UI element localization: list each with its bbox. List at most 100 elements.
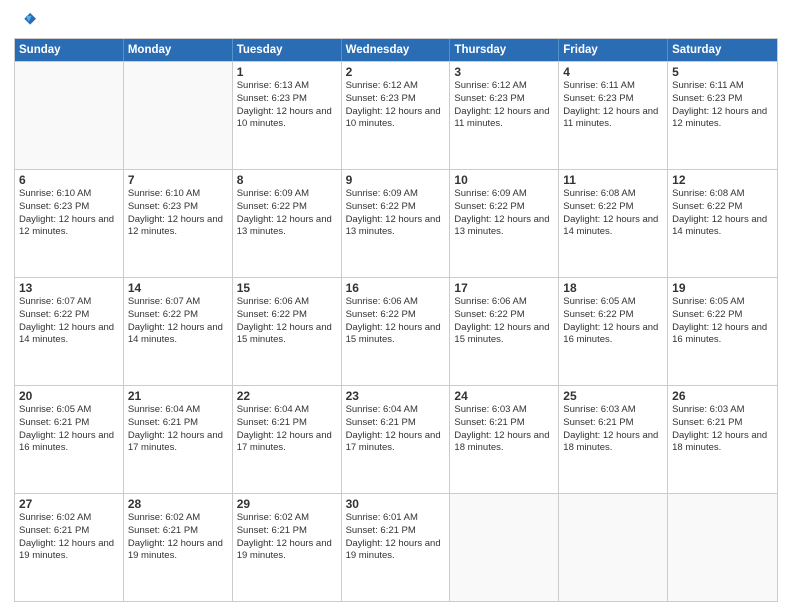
day-info: Sunrise: 6:09 AM Sunset: 6:22 PM Dayligh… bbox=[237, 188, 337, 239]
day-cell-4: 4Sunrise: 6:11 AM Sunset: 6:23 PM Daylig… bbox=[559, 62, 668, 169]
day-number: 16 bbox=[346, 281, 446, 295]
day-number: 23 bbox=[346, 389, 446, 403]
logo bbox=[14, 10, 38, 32]
day-cell-16: 16Sunrise: 6:06 AM Sunset: 6:22 PM Dayli… bbox=[342, 278, 451, 385]
day-number: 29 bbox=[237, 497, 337, 511]
day-number: 24 bbox=[454, 389, 554, 403]
day-info: Sunrise: 6:11 AM Sunset: 6:23 PM Dayligh… bbox=[563, 80, 663, 131]
day-cell-18: 18Sunrise: 6:05 AM Sunset: 6:22 PM Dayli… bbox=[559, 278, 668, 385]
day-cell-14: 14Sunrise: 6:07 AM Sunset: 6:22 PM Dayli… bbox=[124, 278, 233, 385]
day-info: Sunrise: 6:07 AM Sunset: 6:22 PM Dayligh… bbox=[19, 296, 119, 347]
day-info: Sunrise: 6:05 AM Sunset: 6:22 PM Dayligh… bbox=[672, 296, 773, 347]
day-cell-23: 23Sunrise: 6:04 AM Sunset: 6:21 PM Dayli… bbox=[342, 386, 451, 493]
day-info: Sunrise: 6:09 AM Sunset: 6:22 PM Dayligh… bbox=[346, 188, 446, 239]
day-info: Sunrise: 6:06 AM Sunset: 6:22 PM Dayligh… bbox=[237, 296, 337, 347]
calendar-week-5: 27Sunrise: 6:02 AM Sunset: 6:21 PM Dayli… bbox=[15, 493, 777, 601]
day-cell-30: 30Sunrise: 6:01 AM Sunset: 6:21 PM Dayli… bbox=[342, 494, 451, 601]
day-cell-7: 7Sunrise: 6:10 AM Sunset: 6:23 PM Daylig… bbox=[124, 170, 233, 277]
empty-cell bbox=[124, 62, 233, 169]
day-number: 28 bbox=[128, 497, 228, 511]
day-cell-5: 5Sunrise: 6:11 AM Sunset: 6:23 PM Daylig… bbox=[668, 62, 777, 169]
day-info: Sunrise: 6:05 AM Sunset: 6:22 PM Dayligh… bbox=[563, 296, 663, 347]
day-cell-15: 15Sunrise: 6:06 AM Sunset: 6:22 PM Dayli… bbox=[233, 278, 342, 385]
day-cell-1: 1Sunrise: 6:13 AM Sunset: 6:23 PM Daylig… bbox=[233, 62, 342, 169]
day-cell-10: 10Sunrise: 6:09 AM Sunset: 6:22 PM Dayli… bbox=[450, 170, 559, 277]
header bbox=[14, 10, 778, 32]
day-info: Sunrise: 6:06 AM Sunset: 6:22 PM Dayligh… bbox=[454, 296, 554, 347]
day-cell-12: 12Sunrise: 6:08 AM Sunset: 6:22 PM Dayli… bbox=[668, 170, 777, 277]
day-info: Sunrise: 6:02 AM Sunset: 6:21 PM Dayligh… bbox=[128, 512, 228, 563]
calendar-week-1: 1Sunrise: 6:13 AM Sunset: 6:23 PM Daylig… bbox=[15, 61, 777, 169]
day-number: 7 bbox=[128, 173, 228, 187]
day-info: Sunrise: 6:09 AM Sunset: 6:22 PM Dayligh… bbox=[454, 188, 554, 239]
day-info: Sunrise: 6:12 AM Sunset: 6:23 PM Dayligh… bbox=[346, 80, 446, 131]
day-cell-28: 28Sunrise: 6:02 AM Sunset: 6:21 PM Dayli… bbox=[124, 494, 233, 601]
day-cell-22: 22Sunrise: 6:04 AM Sunset: 6:21 PM Dayli… bbox=[233, 386, 342, 493]
day-number: 13 bbox=[19, 281, 119, 295]
day-info: Sunrise: 6:02 AM Sunset: 6:21 PM Dayligh… bbox=[19, 512, 119, 563]
day-info: Sunrise: 6:11 AM Sunset: 6:23 PM Dayligh… bbox=[672, 80, 773, 131]
day-number: 6 bbox=[19, 173, 119, 187]
day-info: Sunrise: 6:04 AM Sunset: 6:21 PM Dayligh… bbox=[346, 404, 446, 455]
day-cell-25: 25Sunrise: 6:03 AM Sunset: 6:21 PM Dayli… bbox=[559, 386, 668, 493]
day-number: 21 bbox=[128, 389, 228, 403]
day-info: Sunrise: 6:12 AM Sunset: 6:23 PM Dayligh… bbox=[454, 80, 554, 131]
day-info: Sunrise: 6:03 AM Sunset: 6:21 PM Dayligh… bbox=[563, 404, 663, 455]
day-number: 9 bbox=[346, 173, 446, 187]
day-cell-29: 29Sunrise: 6:02 AM Sunset: 6:21 PM Dayli… bbox=[233, 494, 342, 601]
empty-cell bbox=[15, 62, 124, 169]
day-number: 4 bbox=[563, 65, 663, 79]
day-info: Sunrise: 6:06 AM Sunset: 6:22 PM Dayligh… bbox=[346, 296, 446, 347]
header-sunday: Sunday bbox=[15, 39, 124, 61]
logo-icon bbox=[14, 10, 36, 32]
day-cell-9: 9Sunrise: 6:09 AM Sunset: 6:22 PM Daylig… bbox=[342, 170, 451, 277]
day-info: Sunrise: 6:04 AM Sunset: 6:21 PM Dayligh… bbox=[237, 404, 337, 455]
day-cell-6: 6Sunrise: 6:10 AM Sunset: 6:23 PM Daylig… bbox=[15, 170, 124, 277]
day-cell-24: 24Sunrise: 6:03 AM Sunset: 6:21 PM Dayli… bbox=[450, 386, 559, 493]
day-number: 11 bbox=[563, 173, 663, 187]
day-number: 12 bbox=[672, 173, 773, 187]
day-number: 15 bbox=[237, 281, 337, 295]
header-tuesday: Tuesday bbox=[233, 39, 342, 61]
day-cell-2: 2Sunrise: 6:12 AM Sunset: 6:23 PM Daylig… bbox=[342, 62, 451, 169]
day-cell-3: 3Sunrise: 6:12 AM Sunset: 6:23 PM Daylig… bbox=[450, 62, 559, 169]
day-number: 25 bbox=[563, 389, 663, 403]
day-cell-13: 13Sunrise: 6:07 AM Sunset: 6:22 PM Dayli… bbox=[15, 278, 124, 385]
header-wednesday: Wednesday bbox=[342, 39, 451, 61]
day-number: 18 bbox=[563, 281, 663, 295]
day-info: Sunrise: 6:08 AM Sunset: 6:22 PM Dayligh… bbox=[563, 188, 663, 239]
day-number: 17 bbox=[454, 281, 554, 295]
day-number: 2 bbox=[346, 65, 446, 79]
calendar-header-row: Sunday Monday Tuesday Wednesday Thursday… bbox=[15, 39, 777, 61]
day-number: 14 bbox=[128, 281, 228, 295]
calendar-body: 1Sunrise: 6:13 AM Sunset: 6:23 PM Daylig… bbox=[15, 61, 777, 601]
day-number: 10 bbox=[454, 173, 554, 187]
day-number: 3 bbox=[454, 65, 554, 79]
day-cell-8: 8Sunrise: 6:09 AM Sunset: 6:22 PM Daylig… bbox=[233, 170, 342, 277]
day-number: 22 bbox=[237, 389, 337, 403]
day-info: Sunrise: 6:10 AM Sunset: 6:23 PM Dayligh… bbox=[128, 188, 228, 239]
day-number: 20 bbox=[19, 389, 119, 403]
day-info: Sunrise: 6:07 AM Sunset: 6:22 PM Dayligh… bbox=[128, 296, 228, 347]
day-info: Sunrise: 6:01 AM Sunset: 6:21 PM Dayligh… bbox=[346, 512, 446, 563]
day-info: Sunrise: 6:08 AM Sunset: 6:22 PM Dayligh… bbox=[672, 188, 773, 239]
day-number: 26 bbox=[672, 389, 773, 403]
day-info: Sunrise: 6:05 AM Sunset: 6:21 PM Dayligh… bbox=[19, 404, 119, 455]
day-cell-26: 26Sunrise: 6:03 AM Sunset: 6:21 PM Dayli… bbox=[668, 386, 777, 493]
day-number: 5 bbox=[672, 65, 773, 79]
day-number: 30 bbox=[346, 497, 446, 511]
day-cell-20: 20Sunrise: 6:05 AM Sunset: 6:21 PM Dayli… bbox=[15, 386, 124, 493]
day-number: 1 bbox=[237, 65, 337, 79]
day-info: Sunrise: 6:13 AM Sunset: 6:23 PM Dayligh… bbox=[237, 80, 337, 131]
calendar-week-4: 20Sunrise: 6:05 AM Sunset: 6:21 PM Dayli… bbox=[15, 385, 777, 493]
empty-cell bbox=[450, 494, 559, 601]
day-info: Sunrise: 6:03 AM Sunset: 6:21 PM Dayligh… bbox=[672, 404, 773, 455]
day-cell-11: 11Sunrise: 6:08 AM Sunset: 6:22 PM Dayli… bbox=[559, 170, 668, 277]
day-number: 8 bbox=[237, 173, 337, 187]
day-info: Sunrise: 6:04 AM Sunset: 6:21 PM Dayligh… bbox=[128, 404, 228, 455]
empty-cell bbox=[668, 494, 777, 601]
day-cell-27: 27Sunrise: 6:02 AM Sunset: 6:21 PM Dayli… bbox=[15, 494, 124, 601]
day-info: Sunrise: 6:10 AM Sunset: 6:23 PM Dayligh… bbox=[19, 188, 119, 239]
day-number: 27 bbox=[19, 497, 119, 511]
day-info: Sunrise: 6:02 AM Sunset: 6:21 PM Dayligh… bbox=[237, 512, 337, 563]
